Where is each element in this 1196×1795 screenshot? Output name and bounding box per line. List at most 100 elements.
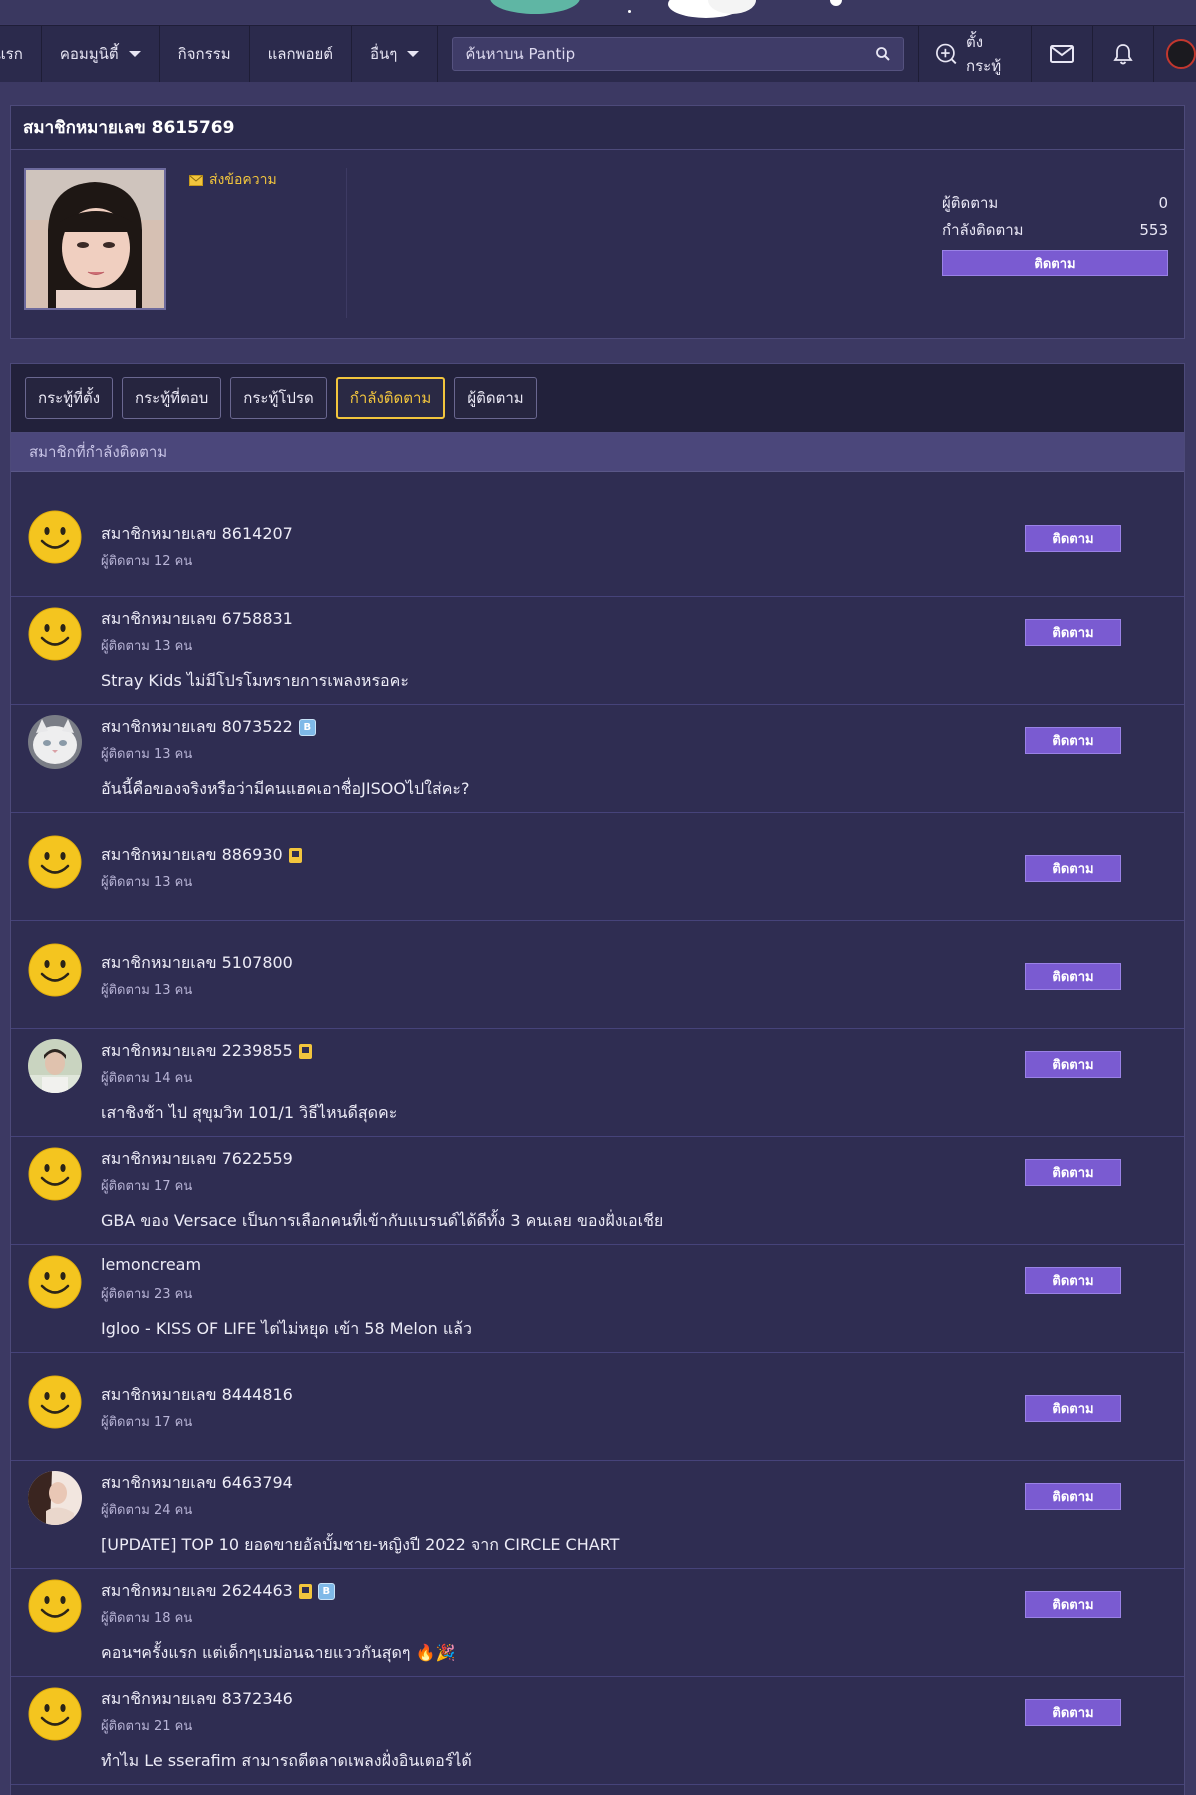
- chevron-down-icon: [407, 51, 420, 57]
- avatar[interactable]: [28, 1255, 82, 1309]
- follow-button[interactable]: ติดตาม: [1025, 727, 1121, 754]
- member-latest-topic[interactable]: Igloo - KISS OF LIFE ไต่ไม่หยุด เข้า 58 …: [101, 1317, 472, 1342]
- nav-others-label: อื่นๆ: [369, 45, 398, 63]
- tab-replied-topics[interactable]: กระทู้ที่ตอบ: [122, 377, 222, 419]
- list-item: สมาชิกหมายเลข 6463794 ผู้ติดตาม 24 คน [UPD…: [11, 1461, 1184, 1569]
- member-name[interactable]: สมาชิกหมายเลข 6463794: [101, 1471, 293, 1496]
- follow-button[interactable]: ติดตาม: [1025, 1395, 1121, 1422]
- tab-followers[interactable]: ผู้ติดตาม: [454, 377, 537, 419]
- messages-button[interactable]: [1032, 26, 1094, 82]
- new-post-label: ตั้งกระทู้: [966, 33, 1002, 75]
- following-stat[interactable]: กำลังติดตาม 553: [942, 216, 1168, 243]
- tab-favorite-topics[interactable]: กระทู้โปรด: [230, 377, 327, 419]
- nav-community[interactable]: คอมมูนิตี้: [42, 26, 160, 82]
- avatar[interactable]: [28, 1375, 82, 1429]
- writer-badge-icon: [298, 1044, 312, 1059]
- follow-button[interactable]: ติดตาม: [1025, 1483, 1121, 1510]
- follow-button[interactable]: ติดตาม: [1025, 525, 1121, 552]
- follow-button[interactable]: ติดตาม: [1025, 963, 1121, 990]
- send-message-link[interactable]: ส่งข้อความ: [189, 169, 277, 191]
- follow-button[interactable]: ติดตาม: [1025, 1051, 1121, 1078]
- member-latest-topic[interactable]: [UPDATE] TOP 10 ยอดขายอัลบั้มชาย-หญิงปี …: [101, 1533, 619, 1558]
- avatar[interactable]: [28, 607, 82, 661]
- member-latest-topic[interactable]: คอนฯครั้งแรก แต่เด็กๆเบม่อนฉายแววกันสุดๆ…: [101, 1641, 455, 1666]
- avatar[interactable]: [28, 1687, 82, 1741]
- nav-activities[interactable]: กิจกรรม: [160, 26, 250, 82]
- avatar[interactable]: [28, 1039, 82, 1093]
- nav-home[interactable]: แรก: [0, 26, 42, 82]
- nav-redeem-points[interactable]: แลกพอยต์: [250, 26, 352, 82]
- member-name[interactable]: สมาชิกหมายเลข 886930: [101, 843, 302, 868]
- send-message-label: ส่งข้อความ: [209, 172, 277, 188]
- member-followers: ผู้ติดตาม 24 คน: [101, 1503, 193, 1518]
- avatar: [1166, 39, 1196, 69]
- member-latest-topic[interactable]: อันนี้คือของจริงหรือว่ามีคนแฮคเอาชื่อJIS…: [101, 777, 470, 802]
- search-icon[interactable]: [875, 46, 891, 62]
- member-name[interactable]: สมาชิกหมายเลข 2239855: [101, 1039, 312, 1064]
- page-title: สมาชิกหมายเลข 8615769: [11, 106, 1184, 150]
- member-followers: ผู้ติดตาม 17 คน: [101, 1179, 193, 1194]
- member-followers: ผู้ติดตาม 13 คน: [101, 875, 193, 890]
- user-menu[interactable]: [1154, 26, 1196, 82]
- followers-label: ผู้ติดตาม: [942, 193, 999, 212]
- follow-button[interactable]: ติดตาม: [1025, 1159, 1121, 1186]
- avatar[interactable]: [28, 715, 82, 769]
- smiley-icon: [28, 510, 82, 564]
- avatar[interactable]: [28, 943, 82, 997]
- member-name[interactable]: สมาชิกหมายเลข 5107800: [101, 951, 293, 976]
- smiley-icon: [28, 1375, 82, 1429]
- avatar[interactable]: [28, 1147, 82, 1201]
- follow-button[interactable]: ติดตาม: [1025, 619, 1121, 646]
- member-name-label: สมาชิกหมายเลข 886930: [101, 845, 283, 864]
- bell-icon: [1113, 44, 1133, 65]
- blog-badge-icon: B: [298, 719, 316, 736]
- avatar[interactable]: [28, 835, 82, 889]
- nav-activities-label: กิจกรรม: [177, 45, 231, 63]
- member-latest-topic[interactable]: Stray Kids ไม่มีโปรโมทรายการเพลงหรอคะ: [101, 669, 409, 694]
- member-name[interactable]: lemoncream: [101, 1255, 201, 1274]
- envelope-icon: [189, 174, 203, 186]
- tab-created-topics[interactable]: กระทู้ที่ตั้ง: [25, 377, 114, 419]
- followers-count: 0: [1158, 193, 1168, 212]
- search-box: [452, 37, 905, 71]
- follow-button[interactable]: ติดตาม: [1025, 1267, 1121, 1294]
- profile-photo-image: [26, 170, 164, 308]
- member-latest-topic[interactable]: เสาชิงช้า ไป สุขุมวิท 101/1 วิธีไหนดีสุด…: [101, 1101, 397, 1126]
- member-name-label: สมาชิกหมายเลข 8073522: [101, 717, 293, 736]
- profile-photo: [24, 168, 166, 310]
- notifications-button[interactable]: [1093, 26, 1154, 82]
- member-name[interactable]: สมาชิกหมายเลข 2624463 B: [101, 1579, 335, 1604]
- smiley-icon: [28, 607, 82, 661]
- follow-button[interactable]: ติดตาม: [1025, 855, 1121, 882]
- list-item: สมาชิกหมายเลข 8073522 B ผู้ติดตาม 13 คน อัน…: [11, 705, 1184, 813]
- smiley-icon: [28, 835, 82, 889]
- member-name[interactable]: สมาชิกหมายเลข 8614207: [101, 522, 293, 547]
- follow-button[interactable]: ติดตาม: [1025, 1591, 1121, 1618]
- avatar[interactable]: [28, 1579, 82, 1633]
- member-name[interactable]: สมาชิกหมายเลข 8444816: [101, 1383, 293, 1408]
- list-item: สมาชิกหมายเลข 8372346 ผู้ติดตาม 21 คน ทำไม…: [11, 1677, 1184, 1785]
- list-item: สมาชิกหมายเลข 6758831 ผู้ติดตาม 13 คน Stra…: [11, 597, 1184, 705]
- avatar[interactable]: [28, 510, 82, 564]
- new-post-button[interactable]: ตั้งกระทู้: [919, 26, 1033, 82]
- member-name-label: สมาชิกหมายเลข 8372346: [101, 1689, 293, 1708]
- member-name-label: lemoncream: [101, 1255, 202, 1274]
- member-latest-topic[interactable]: ทำไม Le sserafim สามารถตีตลาดเพลงฝั่งอิน…: [101, 1749, 472, 1774]
- member-name[interactable]: สมาชิกหมายเลข 6758831: [101, 607, 293, 632]
- search-input[interactable]: [465, 45, 876, 63]
- member-name[interactable]: สมาชิกหมายเลข 7622559: [101, 1147, 293, 1172]
- followers-stat[interactable]: ผู้ติดตาม 0: [942, 189, 1168, 216]
- tab-following[interactable]: กำลังติดตาม: [335, 377, 446, 419]
- mail-icon: [1050, 45, 1075, 63]
- member-name[interactable]: สมาชิกหมายเลข 8372346: [101, 1687, 293, 1712]
- header-banner: [0, 0, 1196, 24]
- member-name[interactable]: สมาชิกหมายเลข 8073522 B: [101, 715, 316, 740]
- avatar[interactable]: [28, 1471, 82, 1525]
- follow-button[interactable]: ติดตาม: [942, 250, 1168, 276]
- follow-button[interactable]: ติดตาม: [1025, 1699, 1121, 1726]
- nav-others[interactable]: อื่นๆ: [352, 26, 439, 82]
- member-name-label: สมาชิกหมายเลข 6463794: [101, 1473, 293, 1492]
- member-latest-topic[interactable]: GBA ของ Versace เป็นการเลือกคนที่เข้ากับ…: [101, 1209, 663, 1234]
- member-name-label: สมาชิกหมายเลข 2239855: [101, 1041, 293, 1060]
- user-photo: [28, 1039, 82, 1093]
